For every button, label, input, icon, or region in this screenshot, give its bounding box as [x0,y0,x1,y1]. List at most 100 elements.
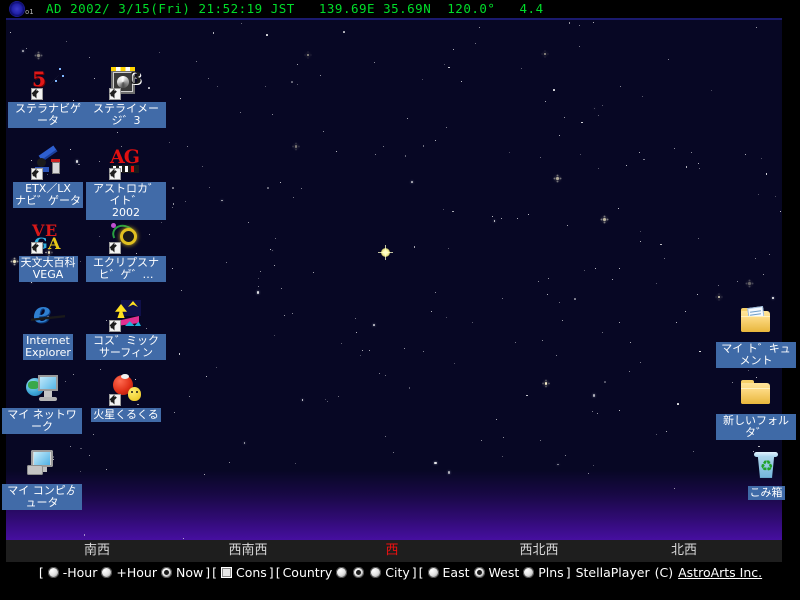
star [472,321,473,323]
desktop-icon-label: ステラナビゲータ [8,102,88,128]
desktop-icon-stella-navigator[interactable]: 5 ステラナビゲータ [8,66,88,128]
star [673,147,675,149]
desktop-icon-my-network[interactable]: マイ ネットワーク [2,372,82,434]
star [362,350,363,352]
bright-planet-marker [378,245,393,260]
star [185,201,187,203]
star [502,456,503,458]
star [460,80,463,83]
desktop-icon-mars-kurukuru[interactable]: 火星くるくる [86,372,166,422]
astroarts-link[interactable]: AstroArts Inc. [678,565,762,580]
plns-control[interactable]: Plns [520,565,564,580]
bracket-close-zoom: ] [411,564,417,580]
east-control[interactable]: East [425,565,471,580]
desktop-icon-my-computer[interactable]: マイ コンピゟュータ [2,448,82,510]
desktop-icon-new-folder[interactable]: 新しいフォルタ゛ [716,378,796,440]
star [265,85,267,87]
star [373,324,375,326]
star [181,289,182,291]
star [356,332,358,334]
star [601,332,603,334]
etx-lx-navigator-icon [31,145,65,180]
star [580,154,581,156]
app-badge[interactable]: o1 [6,0,46,18]
cons-control[interactable]: Cons [218,565,268,580]
star [592,21,594,23]
star [562,319,564,321]
star [296,63,298,65]
star [601,104,603,106]
star [625,164,627,166]
desktop-icon-internet-explorer[interactable]: e Internet Explorer [8,298,88,360]
star [543,52,547,56]
star [336,150,338,152]
desktop-icon-vega-encyclopedia[interactable]: VEGA天文大百科VEGA [8,220,88,282]
zoom-radio-middle[interactable] [353,566,365,578]
star [684,310,686,312]
desktop-icon-recycle-bin[interactable]: ♻ こみ箱 [726,450,800,500]
star [413,246,416,248]
star [271,249,274,252]
star [640,241,641,243]
star [411,181,413,183]
bracket-open-dir: [ [418,564,424,580]
star [564,116,566,118]
star [374,154,376,156]
east-radio[interactable] [427,566,439,578]
star [93,434,95,436]
recycle-bin-icon: ♻ [749,450,783,484]
star [526,394,528,397]
star [174,412,176,413]
desktop-icon-astroguide-2002[interactable]: AG アストロカ゛イト゛ 2002 [86,146,166,220]
star [711,90,713,92]
desktop-icon-label: マイ ネットワーク [2,408,82,434]
stellaplayer-desktop: o1 AD 2002/ 3/15(Fri) 21:52:19 JST 139.6… [0,0,800,600]
eclipse-navigator-icon [109,220,143,254]
now-radio[interactable] [160,566,172,578]
star [516,218,518,220]
cons-checkbox[interactable] [220,566,232,578]
star [604,381,606,383]
star [676,321,678,323]
now-label: Now [175,564,204,580]
star [558,134,560,136]
west-radio[interactable] [473,566,485,578]
star [568,22,571,24]
now-control[interactable]: Now [158,565,204,580]
star [639,362,641,364]
plus-hour-radio[interactable] [101,566,113,578]
star [208,186,210,188]
plns-radio[interactable] [523,566,535,578]
star [189,396,191,398]
desktop-icon-etx-lx-navigator[interactable]: ETX／LX ナビ゛ゲータ [8,145,88,208]
minus-hour-radio[interactable] [47,566,59,578]
desktop-icon-label: コス゛ミックサーフィン [86,334,166,360]
zoom-radio-city[interactable] [370,566,382,578]
star [592,394,595,397]
desktop-icon-my-documents[interactable]: マイ ト゛キュメント [716,305,796,368]
desktop-icon-cosmic-surfin[interactable]: コス゛ミックサーフィン [86,298,166,360]
status-topbar: o1 AD 2002/ 3/15(Fri) 21:52:19 JST 139.6… [0,0,800,18]
desktop-icon-stella-image-3[interactable]: 3 ステライメージ゛3 [86,66,166,128]
star [225,262,227,264]
country-label: Country [282,564,333,580]
star [578,45,580,47]
star [640,231,642,233]
star [760,158,762,160]
star [319,75,321,77]
topbar-underline [6,18,782,20]
plus-hour-control[interactable]: +Hour [98,565,158,580]
star [445,316,447,318]
star [693,451,695,453]
star [117,131,119,133]
zoom-radio-country[interactable] [336,566,348,578]
desktop-icon-eclipse-navigator[interactable]: エクリプスナヒ゛ゲ゛… [86,220,166,282]
star [281,287,283,289]
stella-navigator-icon: 5 [31,66,65,100]
minus-hour-control[interactable]: -Hour [45,565,99,580]
star [201,165,204,168]
star [88,57,90,59]
west-control[interactable]: West [471,565,521,580]
star [553,89,555,91]
star [737,280,738,282]
